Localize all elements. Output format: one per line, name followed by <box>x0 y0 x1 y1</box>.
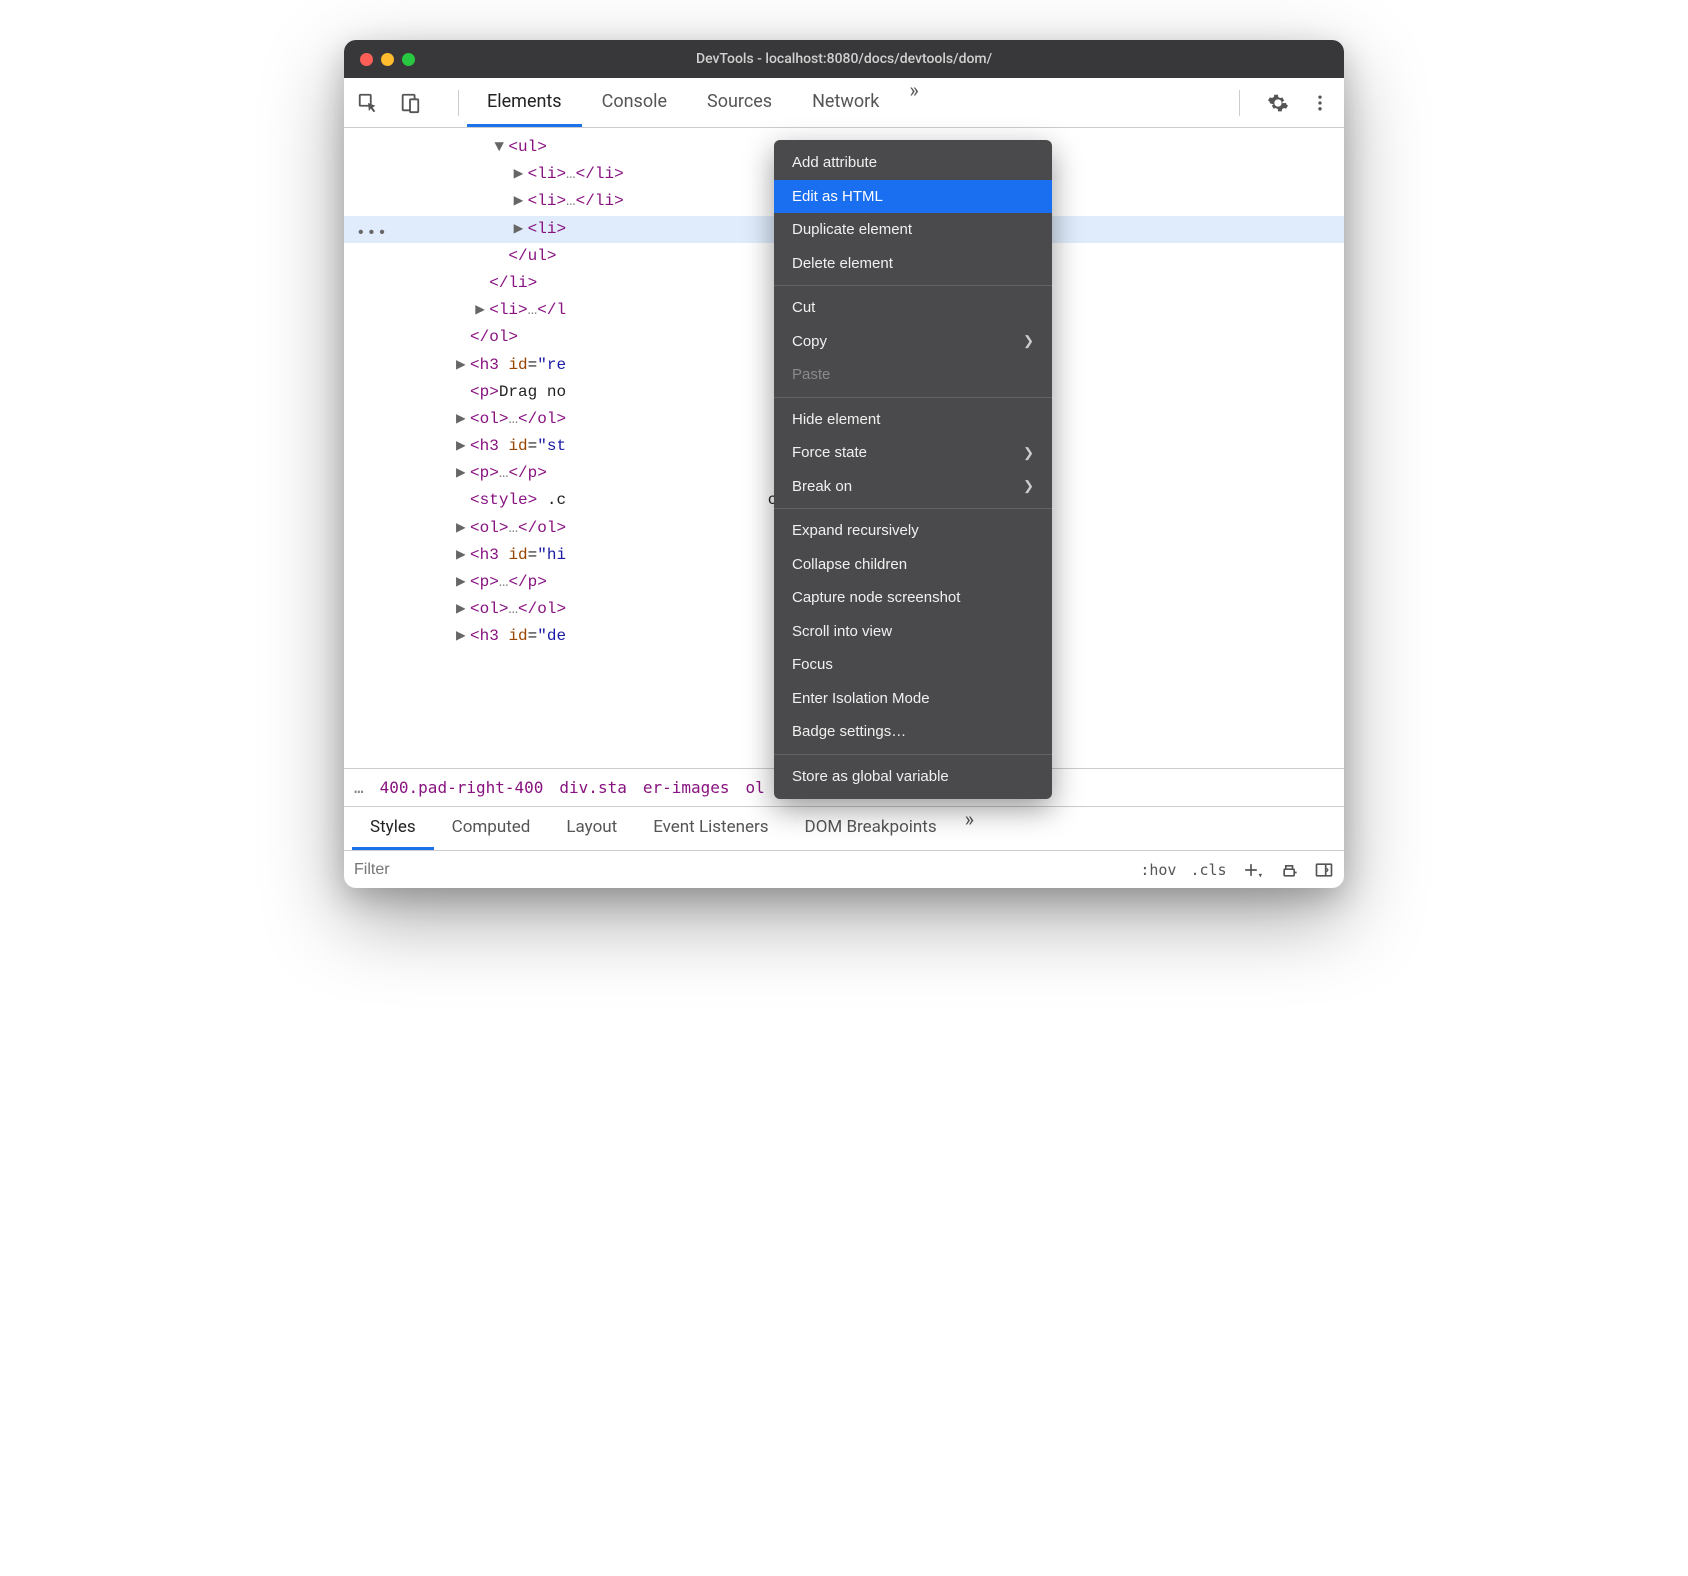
context-menu-item[interactable]: Delete element <box>774 247 1052 281</box>
breadcrumb-item[interactable]: 400.pad-right-400 <box>380 778 544 797</box>
tab-elements[interactable]: Elements <box>467 78 582 127</box>
new-style-rule-icon[interactable]: ▾ <box>1241 860 1266 880</box>
context-menu-item[interactable]: Copy❯ <box>774 325 1052 359</box>
breadcrumb-item[interactable]: … <box>354 778 364 797</box>
context-menu-separator <box>774 754 1052 755</box>
toolbar-divider <box>458 90 459 116</box>
tab-network[interactable]: Network <box>792 78 899 127</box>
styles-panel-tabs: Styles Computed Layout Event Listeners D… <box>344 806 1344 850</box>
context-menu-item[interactable]: Force state❯ <box>774 436 1052 470</box>
context-menu-separator <box>774 397 1052 398</box>
context-menu-separator <box>774 285 1052 286</box>
styles-tab-styles[interactable]: Styles <box>352 807 434 850</box>
context-menu-item[interactable]: Break on❯ <box>774 470 1052 504</box>
breadcrumb-item[interactable]: div.sta <box>559 778 626 797</box>
device-toggle-icon[interactable] <box>398 91 422 115</box>
traffic-lights <box>360 53 415 66</box>
context-menu-item[interactable]: Edit as HTML <box>774 180 1052 214</box>
main-toolbar: Elements Console Sources Network » <box>344 78 1344 128</box>
titlebar: DevTools - localhost:8080/docs/devtools/… <box>344 40 1344 78</box>
context-menu-item: Paste <box>774 358 1052 392</box>
context-menu-item[interactable]: Expand recursively <box>774 514 1052 548</box>
breadcrumb-item[interactable]: er-images <box>643 778 730 797</box>
styles-tab-layout[interactable]: Layout <box>548 807 635 850</box>
context-menu-item[interactable]: Capture node screenshot <box>774 581 1052 615</box>
toolbar-divider-right <box>1239 90 1240 116</box>
dom-tree[interactable]: ▼<ul> ▶<li>…</li> ▶<li>…</li> ▶<li> </ul… <box>344 128 1344 768</box>
context-menu-item[interactable]: Scroll into view <box>774 615 1052 649</box>
context-menu-item[interactable]: Focus <box>774 648 1052 682</box>
close-window-button[interactable] <box>360 53 373 66</box>
context-menu-item[interactable]: Enter Isolation Mode <box>774 682 1052 716</box>
settings-gear-icon[interactable] <box>1266 91 1290 115</box>
styles-tab-computed[interactable]: Computed <box>434 807 549 850</box>
window-title: DevTools - localhost:8080/docs/devtools/… <box>696 51 992 67</box>
context-menu-item[interactable]: Badge settings… <box>774 715 1052 749</box>
context-menu-item[interactable]: Duplicate element <box>774 213 1052 247</box>
maximize-window-button[interactable] <box>402 53 415 66</box>
context-menu-item[interactable]: Store as global variable <box>774 760 1052 794</box>
context-menu-item[interactable]: Cut <box>774 291 1052 325</box>
styles-filter-input[interactable] <box>354 861 1130 879</box>
context-menu-item[interactable]: Add attribute <box>774 146 1052 180</box>
context-menu-item[interactable]: Collapse children <box>774 548 1052 582</box>
devtools-window: DevTools - localhost:8080/docs/devtools/… <box>344 40 1344 888</box>
context-menu-separator <box>774 508 1052 509</box>
breadcrumb-item[interactable]: ol <box>746 778 765 797</box>
context-menu: Add attributeEdit as HTMLDuplicate eleme… <box>774 140 1052 799</box>
inspect-element-icon[interactable] <box>356 91 380 115</box>
minimize-window-button[interactable] <box>381 53 394 66</box>
styles-filter-bar: :hov .cls ▾ <box>344 850 1344 888</box>
kebab-menu-icon[interactable] <box>1308 91 1332 115</box>
hov-toggle[interactable]: :hov <box>1140 861 1176 879</box>
computed-sidebar-toggle-icon[interactable] <box>1314 860 1334 880</box>
panel-tabs: Elements Console Sources Network » <box>467 78 1231 127</box>
tab-sources[interactable]: Sources <box>687 78 792 127</box>
tab-console[interactable]: Console <box>582 78 687 127</box>
paint-flash-icon[interactable] <box>1280 860 1300 880</box>
more-styles-tabs-icon[interactable]: » <box>955 807 984 850</box>
styles-tab-event-listeners[interactable]: Event Listeners <box>635 807 786 850</box>
styles-tab-dom-breakpoints[interactable]: DOM Breakpoints <box>787 807 955 850</box>
more-tabs-icon[interactable]: » <box>899 78 928 127</box>
context-menu-item[interactable]: Hide element <box>774 403 1052 437</box>
cls-toggle[interactable]: .cls <box>1190 861 1226 879</box>
